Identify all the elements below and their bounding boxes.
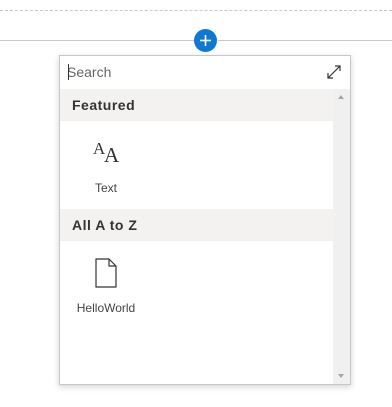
search-input[interactable] [67,62,307,82]
webpart-picker-panel: Featured A A Text All A to Z HelloWorld [59,55,351,385]
section-header-all-a-to-z: All A to Z [60,209,333,241]
document-icon [95,258,117,288]
svg-text:A: A [104,143,120,165]
add-webpart-button[interactable] [194,29,217,52]
search-row [60,56,350,88]
webpart-tile-text[interactable]: A A Text [70,131,142,203]
section-title: All A to Z [72,217,138,233]
vertical-scrollbar[interactable] [333,89,350,384]
text-caret [68,64,69,80]
tile-label: Text [94,181,117,195]
webpart-tile-helloworld[interactable]: HelloWorld [70,251,142,323]
expand-icon[interactable] [326,64,342,80]
section-header-featured: Featured [60,89,333,121]
webpart-list: Featured A A Text All A to Z HelloWorld [60,89,333,384]
scroll-up-arrow-icon[interactable] [338,95,344,99]
tile-label: HelloWorld [76,301,136,315]
insertion-line-left [0,40,194,41]
text-font-icon: A A [93,139,120,165]
plus-icon [200,35,211,46]
section-boundary-dashed [0,10,392,11]
section-title: Featured [72,97,136,113]
insertion-line-right [218,40,392,41]
canvas: Featured A A Text All A to Z HelloWorld [0,0,392,407]
scroll-down-arrow-icon[interactable] [338,374,344,378]
